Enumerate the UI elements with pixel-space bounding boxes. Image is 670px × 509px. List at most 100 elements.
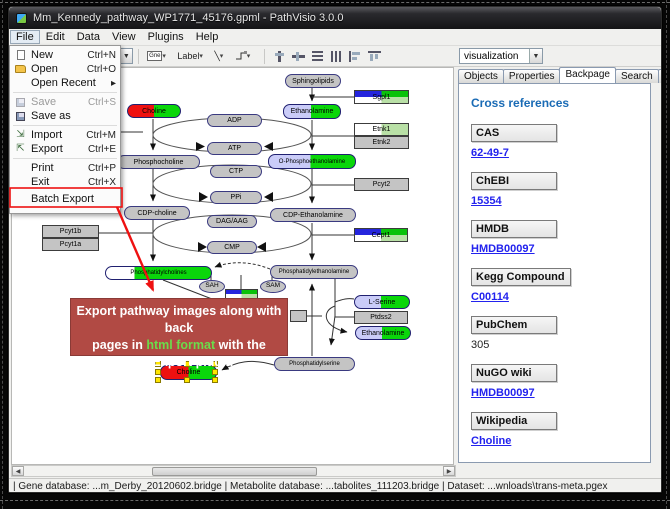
align-center-button[interactable] bbox=[270, 48, 289, 65]
node-pcyt1b[interactable]: Pcyt1b bbox=[42, 225, 99, 238]
export-icon: ⇱ bbox=[13, 143, 28, 155]
stack-vertical-button[interactable] bbox=[308, 48, 327, 65]
menu-item-import[interactable]: ⇲ Import Ctrl+M bbox=[10, 128, 120, 142]
scroll-left-icon[interactable]: ◀ bbox=[12, 466, 24, 476]
node-sphingolipids[interactable]: Sphingolipids bbox=[285, 74, 341, 88]
tab-backpage[interactable]: Backpage bbox=[559, 67, 615, 83]
node-cdp-choline[interactable]: CDP-choline bbox=[124, 206, 190, 220]
node-sgpl1[interactable]: Sgpl1 bbox=[354, 90, 409, 104]
menu-edit[interactable]: Edit bbox=[40, 30, 71, 44]
node-atp[interactable]: ATP bbox=[207, 142, 262, 155]
gene-box-small[interactable] bbox=[290, 310, 307, 322]
node-cmp[interactable]: CMP bbox=[207, 241, 257, 254]
frame-dash-bottom bbox=[0, 500, 670, 501]
align-top-button[interactable] bbox=[365, 48, 384, 65]
menu-plugins[interactable]: Plugins bbox=[142, 30, 190, 44]
selection-handle[interactable] bbox=[184, 377, 190, 383]
horizontal-scrollbar[interactable]: ◀ ▶ bbox=[11, 465, 456, 477]
file-menu-dropdown: New Ctrl+N Open Ctrl+O Open Recent ▸ Sav… bbox=[9, 45, 121, 214]
xref-link[interactable]: HMDB00097 bbox=[471, 243, 535, 255]
node-etnk1[interactable]: Etnk1 bbox=[354, 123, 409, 136]
selection-handle[interactable] bbox=[155, 377, 161, 383]
node-ppi[interactable]: PPi bbox=[210, 191, 262, 204]
submenu-arrow-icon: ▸ bbox=[111, 78, 116, 89]
xref-header-cas: CAS bbox=[471, 124, 557, 142]
add-label-button[interactable]: Label ▾ bbox=[174, 48, 211, 65]
node-phosphocholine[interactable]: Phosphocholine bbox=[117, 155, 200, 169]
align-left-button[interactable] bbox=[346, 48, 365, 65]
menu-separator bbox=[13, 92, 117, 93]
crossref-heading: Cross references bbox=[471, 96, 640, 110]
annotation-line1: Export pathway images along with back bbox=[71, 303, 287, 337]
xref-header-wikipedia: Wikipedia bbox=[471, 412, 557, 430]
chevron-down-icon[interactable]: ▾ bbox=[220, 52, 229, 60]
node-sah[interactable]: SAH bbox=[199, 280, 225, 293]
tab-search[interactable]: Search bbox=[615, 69, 659, 83]
xref-link[interactable]: Choline bbox=[471, 435, 511, 447]
node-pcyt2[interactable]: Pcyt2 bbox=[354, 178, 409, 191]
node-etnk2[interactable]: Etnk2 bbox=[354, 136, 409, 149]
node-sam[interactable]: SAM bbox=[260, 280, 286, 293]
tab-objects[interactable]: Objects bbox=[458, 69, 504, 83]
scroll-right-icon[interactable]: ▶ bbox=[443, 466, 455, 476]
xref-link[interactable]: C00114 bbox=[471, 291, 509, 303]
chevron-down-icon[interactable]: ▾ bbox=[162, 52, 171, 60]
node-phosphatidylethanolamine[interactable]: Phosphatidylethanolamine bbox=[270, 265, 358, 279]
visualization-value: visualization bbox=[460, 51, 529, 62]
menu-item-export[interactable]: ⇱ Export Ctrl+E bbox=[10, 142, 120, 156]
node-l-serine[interactable]: L-Serine bbox=[354, 295, 410, 309]
menu-item-save-as[interactable]: Save as bbox=[10, 109, 120, 123]
menu-item-open[interactable]: Open Ctrl+O bbox=[10, 62, 120, 76]
node-phosphatidylcholines[interactable]: Phosphatidylcholines bbox=[105, 266, 212, 280]
xref-header-chebi: ChEBI bbox=[471, 172, 557, 190]
node-choline-top[interactable]: Choline bbox=[127, 104, 181, 118]
xref-value-hmdb: HMDB00097 bbox=[471, 243, 640, 255]
stack-horizontal-icon bbox=[330, 51, 343, 62]
menu-item-new[interactable]: New Ctrl+N bbox=[10, 48, 120, 62]
menu-item-batch-export[interactable]: Batch Export bbox=[10, 192, 120, 206]
xref-link[interactable]: 62-49-7 bbox=[471, 147, 509, 159]
tab-legend[interactable]: Legend bbox=[658, 69, 662, 83]
save-icon bbox=[13, 96, 28, 108]
toolbar-separator bbox=[264, 49, 265, 64]
menu-view[interactable]: View bbox=[106, 30, 142, 44]
connector-tool-button[interactable]: ▾ bbox=[232, 48, 259, 65]
node-ethanolamine-top[interactable]: Ethanolamine bbox=[283, 104, 341, 119]
menu-item-exit[interactable]: Exit Ctrl+X bbox=[10, 175, 120, 189]
line-tool-button[interactable]: ╲ ▾ bbox=[211, 48, 231, 65]
node-adp[interactable]: ADP bbox=[207, 114, 262, 127]
chevron-down-icon[interactable]: ▾ bbox=[247, 52, 256, 60]
node-ethanolamine-lower[interactable]: Ethanolamine bbox=[355, 326, 411, 340]
align-middle-button[interactable] bbox=[289, 48, 308, 65]
node-pcyt1a[interactable]: Pcyt1a bbox=[42, 238, 99, 251]
menu-item-print[interactable]: Print Ctrl+P bbox=[10, 161, 120, 175]
title-bar: Mm_Kennedy_pathway_WP1771_45176.gpml - P… bbox=[9, 7, 661, 29]
tab-properties[interactable]: Properties bbox=[503, 69, 561, 83]
menu-file[interactable]: File bbox=[10, 30, 40, 44]
scrollbar-thumb[interactable] bbox=[152, 467, 317, 476]
node-ptdss2[interactable]: Ptdss2 bbox=[354, 311, 408, 324]
visualization-combo[interactable]: visualization ▼ bbox=[459, 48, 543, 64]
xref-value-nugo: HMDB00097 bbox=[471, 387, 640, 399]
chevron-down-icon[interactable]: ▾ bbox=[199, 52, 208, 60]
side-panel-tabs: Objects Properties Backpage Search Legen… bbox=[456, 67, 653, 83]
menu-item-save[interactable]: Save Ctrl+S bbox=[10, 95, 120, 109]
chevron-down-icon[interactable]: ▼ bbox=[529, 49, 542, 63]
align-center-icon bbox=[273, 51, 286, 62]
menu-item-open-recent[interactable]: Open Recent ▸ bbox=[10, 76, 120, 90]
app-window: Mm_Kennedy_pathway_WP1771_45176.gpml - P… bbox=[8, 6, 662, 493]
node-cdp-ethanolamine[interactable]: CDP-Ethanolamine bbox=[270, 208, 356, 222]
xref-header-pubchem: PubChem bbox=[471, 316, 557, 334]
chevron-down-icon[interactable]: ▼ bbox=[119, 49, 132, 63]
xref-link[interactable]: HMDB00097 bbox=[471, 387, 535, 399]
menu-data[interactable]: Data bbox=[71, 30, 106, 44]
node-dag-aag[interactable]: DAG/AAG bbox=[207, 215, 257, 228]
node-cept1[interactable]: Cept1 bbox=[354, 228, 408, 242]
menu-help[interactable]: Help bbox=[190, 30, 225, 44]
node-ctp[interactable]: CTP bbox=[210, 165, 262, 178]
add-datanode-button[interactable]: Gne ▾ bbox=[144, 48, 174, 65]
selection-handle[interactable] bbox=[212, 377, 218, 383]
stack-horizontal-button[interactable] bbox=[327, 48, 346, 65]
xref-link[interactable]: 15354 bbox=[471, 195, 502, 207]
node-o-phosphoethanolamine[interactable]: O-Phosphoethanolamine bbox=[268, 154, 356, 169]
